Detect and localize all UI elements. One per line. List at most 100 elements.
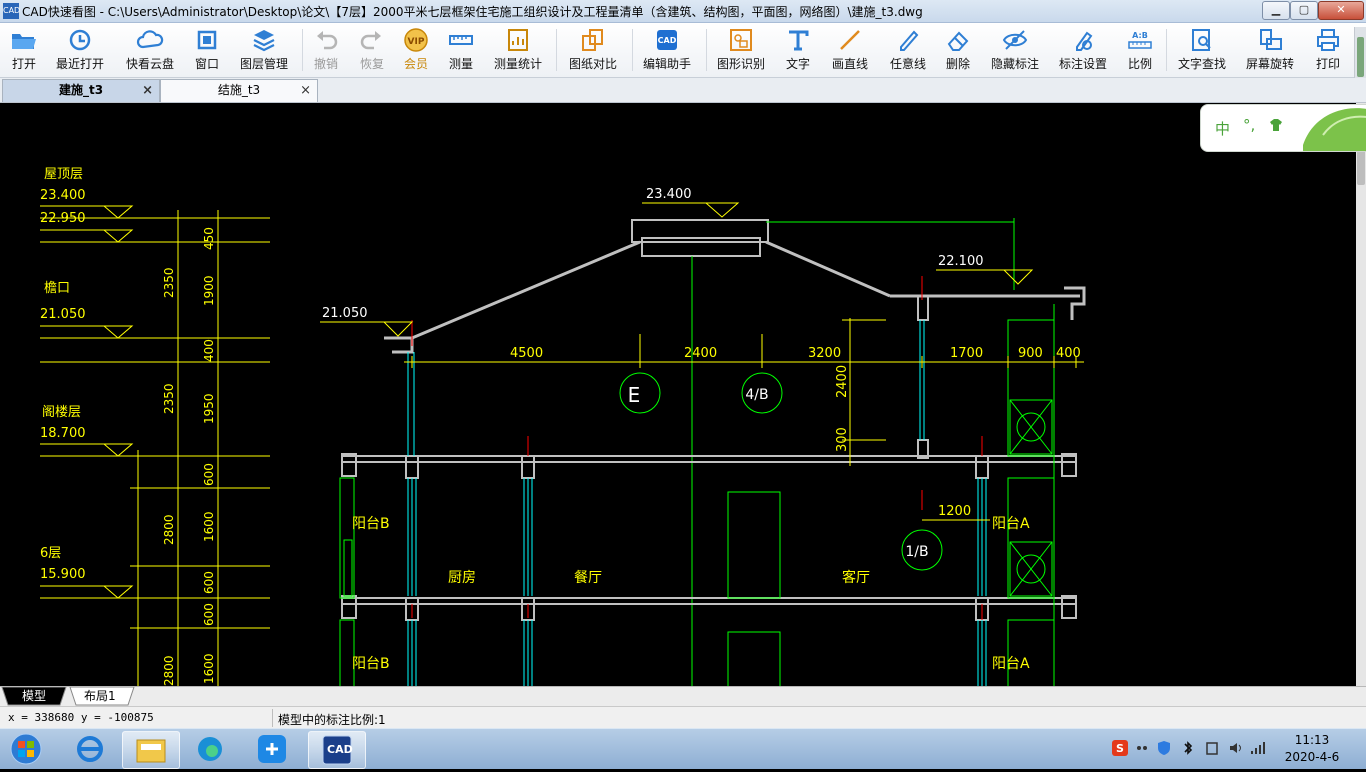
level-elevation: 21.050 [40, 307, 86, 322]
svg-text:S: S [1116, 742, 1124, 755]
dimension-text: 1600 [202, 511, 216, 542]
text-tool-button[interactable]: 文字 [780, 25, 816, 75]
shield-icon[interactable] [1156, 740, 1172, 756]
close-button[interactable]: ✕ [1318, 1, 1364, 20]
redo-button[interactable]: 恢复 [354, 25, 390, 75]
volume-icon[interactable] [1228, 740, 1244, 756]
tab-close-icon[interactable]: × [300, 80, 311, 101]
taskbar-explorer[interactable] [122, 731, 180, 769]
erase-button[interactable]: 删除 [940, 25, 976, 75]
layout-tab-model[interactable]: 模型 [22, 687, 46, 705]
ime-language-toggle[interactable]: 中 [1215, 118, 1230, 139]
compare-sheets-icon [582, 29, 603, 51]
doors-balconies [339, 304, 1055, 686]
tab-close-icon[interactable]: × [142, 80, 153, 101]
level-elevation: 15.900 [40, 567, 86, 582]
recent-open-button[interactable]: 最近打开 [52, 25, 108, 75]
dimension-text: 4500 [510, 346, 543, 361]
svg-text:VIP: VIP [408, 37, 425, 47]
scale-button[interactable]: A:B 比例 [1122, 25, 1158, 75]
maximize-button[interactable]: ▢ [1290, 1, 1318, 20]
dimension-text: 600 [202, 463, 216, 486]
line-icon [840, 30, 860, 50]
compare-sheets-button[interactable]: 图纸对比 [564, 25, 622, 75]
canvas-scrollbar[interactable] [1356, 103, 1366, 686]
printer-icon [1317, 29, 1339, 51]
tab-jianshi-t3[interactable]: 建施_t3 × [2, 79, 160, 102]
vip-badge-icon: VIP [404, 28, 428, 52]
app-icon: CAD [3, 3, 20, 19]
settings-marker-icon [1076, 31, 1093, 51]
dimension-text: 3200 [808, 346, 841, 361]
screen-rotate-icon [1260, 29, 1282, 50]
open-button[interactable]: 打开 [4, 25, 44, 75]
layer-manager-button[interactable]: 图层管理 [236, 25, 292, 75]
clock-history-icon [69, 29, 91, 51]
room-label: 厨房 [448, 570, 476, 586]
folder-open-icon [12, 34, 36, 49]
level-elevation: 23.400 [40, 188, 86, 203]
room-label: 餐厅 [574, 570, 602, 586]
measure-stats-button[interactable]: 测量统计 [490, 25, 546, 75]
bluetooth-icon[interactable] [1180, 740, 1196, 756]
pen-icon [900, 30, 919, 51]
blue-app-icon [258, 735, 286, 763]
shape-recognition-icon [730, 29, 752, 51]
network-signal-icon[interactable] [1250, 740, 1266, 756]
section-elevation-markers [320, 202, 1034, 337]
toolbar-separator [706, 29, 707, 71]
annotation-settings-button[interactable]: 标注设置 [1054, 25, 1112, 75]
vip-button[interactable]: VIP 会员 [398, 25, 434, 75]
ime-punctuation-icon[interactable] [1134, 740, 1150, 756]
system-clock[interactable]: 11:13 2020-4-6 [1282, 732, 1342, 766]
balcony-railing-ornament [1009, 399, 1053, 597]
cad-drawing: 屋顶层 23.400 22.950 檐口 21.050 阁楼层 18.700 6… [40, 167, 1086, 686]
undo-button[interactable]: 撤销 [308, 25, 344, 75]
freehand-line-button[interactable]: 任意线 [884, 25, 932, 75]
level-elevation: 22.950 [40, 211, 86, 226]
measure-stats-icon [508, 29, 528, 51]
taskbar-edge[interactable] [182, 731, 238, 767]
dimension-text: 2800 [162, 514, 176, 545]
toolbar-separator [632, 29, 633, 71]
skin-shirt-icon[interactable] [1269, 119, 1283, 131]
taskbar-ie[interactable] [62, 731, 118, 767]
shape-recognition-button[interactable]: 图形识别 [712, 25, 770, 75]
window-button[interactable]: 窗口 [188, 25, 226, 75]
toolbar-separator [556, 29, 557, 71]
roof-structure [384, 219, 1086, 354]
edit-helper-button[interactable]: CAD 编辑助手 [638, 25, 696, 75]
axis-label: 1/B [905, 544, 928, 560]
tab-label: 建施_t3 [58, 83, 104, 97]
device-icon[interactable] [1204, 740, 1220, 756]
sogou-ime-icon[interactable]: S [1112, 740, 1128, 756]
start-button[interactable] [2, 731, 50, 767]
taskbar-cad[interactable]: CAD [308, 731, 366, 769]
room-label: 阳台B [352, 656, 390, 672]
taskbar-app[interactable] [244, 731, 300, 767]
cloud-drive-button[interactable]: 快看云盘 [120, 25, 180, 75]
drawing-canvas[interactable]: 屋顶层 23.400 22.950 檐口 21.050 阁楼层 18.700 6… [0, 103, 1356, 686]
hide-annotations-button[interactable]: 隐藏标注 [986, 25, 1044, 75]
tab-jieshi-t3[interactable]: 结施_t3 × [160, 79, 318, 102]
edge-browser-icon [198, 737, 222, 761]
print-button[interactable]: 打印 [1310, 25, 1346, 75]
annotation-scale-text: 模型中的标注比例:1 [278, 713, 386, 727]
toolbar-separator [1166, 29, 1167, 71]
screen-rotate-button[interactable]: 屏幕旋转 [1240, 25, 1300, 75]
dimension-text: 300 [835, 427, 850, 452]
text-search-button[interactable]: 文字查找 [1172, 25, 1232, 75]
dimension-text: 1900 [202, 275, 216, 306]
dimension-text: 2400 [684, 346, 717, 361]
ime-punctuation-toggle[interactable]: °, [1243, 116, 1255, 134]
measure-button[interactable]: 测量 [442, 25, 480, 75]
ime-toolbar[interactable]: 中 °, [1200, 104, 1366, 152]
room-label: 阳台A [992, 656, 1030, 672]
draw-line-button[interactable]: 画直线 [826, 25, 874, 75]
minimize-button[interactable]: ▁ [1262, 1, 1290, 20]
axis-label: E [628, 383, 641, 407]
window-mullions [407, 320, 987, 686]
toolbar-scroll-thumb[interactable] [1357, 37, 1364, 77]
dimension-text: 2400 [835, 365, 850, 398]
layout-tab-layout1[interactable]: 布局1 [84, 687, 116, 705]
